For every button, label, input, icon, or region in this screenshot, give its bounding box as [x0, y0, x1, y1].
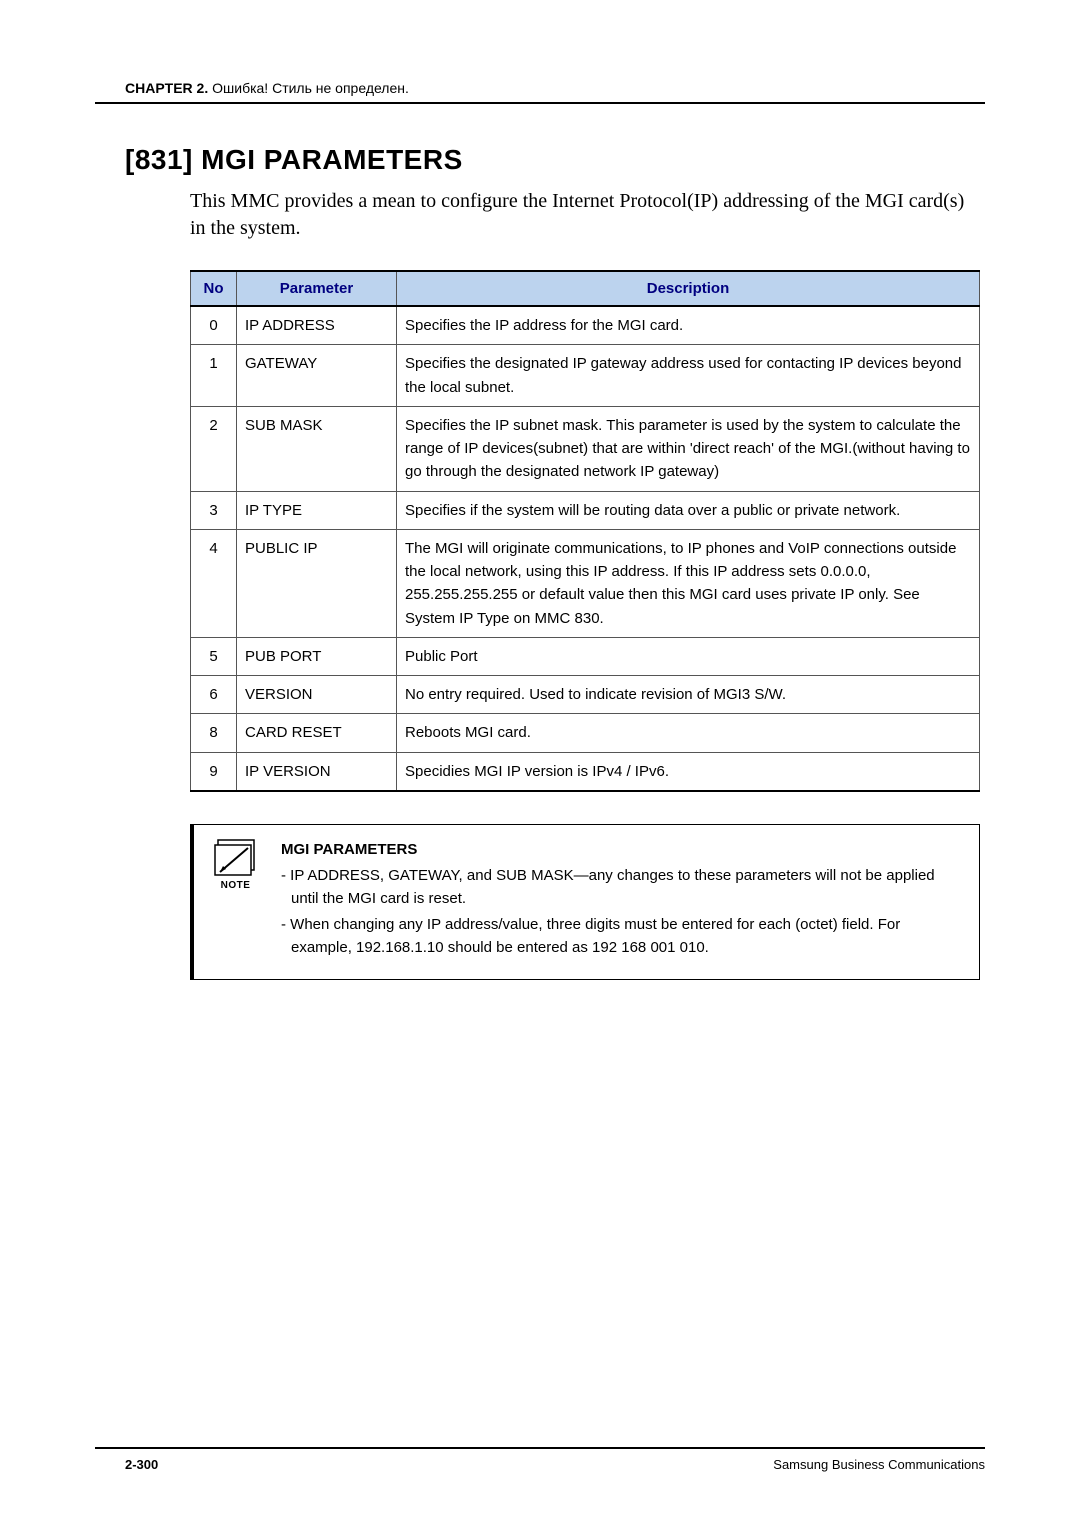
cell-param: IP ADDRESS: [237, 306, 397, 345]
note-icon-block: NOTE: [208, 839, 263, 964]
col-header-description: Description: [397, 271, 980, 306]
cell-no: 6: [191, 676, 237, 714]
table-row: 1 GATEWAY Specifies the designated IP ga…: [191, 345, 980, 407]
cell-desc: Specifies the IP address for the MGI car…: [397, 306, 980, 345]
cell-no: 3: [191, 491, 237, 529]
header-rule: [95, 102, 985, 104]
page-header: CHAPTER 2. Ошибка! Стиль не определен.: [125, 80, 985, 96]
footer-company: Samsung Business Communications: [773, 1457, 985, 1472]
cell-param: SUB MASK: [237, 406, 397, 491]
chapter-suffix: Ошибка! Стиль не определен.: [208, 80, 409, 96]
table-row: 0 IP ADDRESS Specifies the IP address fo…: [191, 306, 980, 345]
cell-desc: Reboots MGI card.: [397, 714, 980, 752]
table-row: 4 PUBLIC IP The MGI will originate commu…: [191, 529, 980, 637]
cell-no: 1: [191, 345, 237, 407]
cell-param: PUB PORT: [237, 637, 397, 675]
cell-no: 4: [191, 529, 237, 637]
note-box: NOTE MGI PARAMETERS - IP ADDRESS, GATEWA…: [190, 824, 980, 981]
cell-desc: No entry required. Used to indicate revi…: [397, 676, 980, 714]
note-item: - IP ADDRESS, GATEWAY, and SUB MASK―any …: [281, 865, 963, 910]
cell-desc: Specidies MGI IP version is IPv4 / IPv6.: [397, 752, 980, 791]
note-title: MGI PARAMETERS: [281, 839, 963, 862]
note-body: MGI PARAMETERS - IP ADDRESS, GATEWAY, an…: [281, 839, 963, 964]
cell-param: PUBLIC IP: [237, 529, 397, 637]
note-label: NOTE: [208, 880, 263, 891]
cell-desc: Specifies the designated IP gateway addr…: [397, 345, 980, 407]
table-row: 5 PUB PORT Public Port: [191, 637, 980, 675]
note-item: - When changing any IP address/value, th…: [281, 914, 963, 959]
cell-no: 5: [191, 637, 237, 675]
page-title: [831] MGI PARAMETERS: [125, 144, 985, 176]
table-row: 8 CARD RESET Reboots MGI card.: [191, 714, 980, 752]
cell-no: 2: [191, 406, 237, 491]
page-number: 2-300: [125, 1457, 158, 1472]
cell-no: 8: [191, 714, 237, 752]
cell-param: CARD RESET: [237, 714, 397, 752]
table-row: 9 IP VERSION Specidies MGI IP version is…: [191, 752, 980, 791]
intro-paragraph: This MMC provides a mean to configure th…: [190, 188, 975, 242]
cell-desc: Specifies the IP subnet mask. This param…: [397, 406, 980, 491]
cell-desc: Specifies if the system will be routing …: [397, 491, 980, 529]
col-header-parameter: Parameter: [237, 271, 397, 306]
cell-param: VERSION: [237, 676, 397, 714]
note-icon: [214, 839, 258, 877]
page-footer: 2-300 Samsung Business Communications: [95, 1447, 985, 1472]
cell-desc: Public Port: [397, 637, 980, 675]
col-header-no: No: [191, 271, 237, 306]
table-row: 3 IP TYPE Specifies if the system will b…: [191, 491, 980, 529]
cell-no: 9: [191, 752, 237, 791]
cell-param: GATEWAY: [237, 345, 397, 407]
chapter-label: CHAPTER 2.: [125, 80, 208, 96]
table-header-row: No Parameter Description: [191, 271, 980, 306]
footer-rule: [95, 1447, 985, 1449]
cell-no: 0: [191, 306, 237, 345]
table-row: 2 SUB MASK Specifies the IP subnet mask.…: [191, 406, 980, 491]
cell-param: IP TYPE: [237, 491, 397, 529]
cell-param: IP VERSION: [237, 752, 397, 791]
cell-desc: The MGI will originate communications, t…: [397, 529, 980, 637]
parameters-table: No Parameter Description 0 IP ADDRESS Sp…: [190, 270, 980, 792]
table-row: 6 VERSION No entry required. Used to ind…: [191, 676, 980, 714]
